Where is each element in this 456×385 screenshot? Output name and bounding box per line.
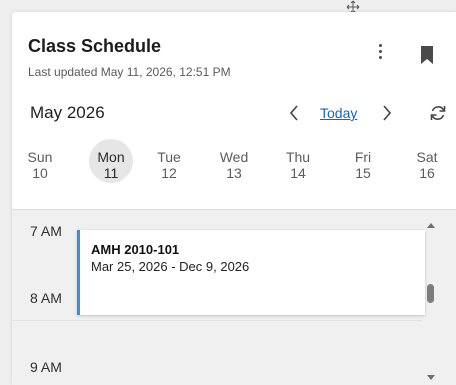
more-options-icon[interactable] [376, 44, 384, 62]
day-number: 13 [226, 165, 242, 181]
scroll-up-arrow-icon[interactable] [425, 220, 437, 230]
card-title: Class Schedule [28, 36, 162, 56]
day-name: Sun [27, 149, 53, 165]
class-event-card[interactable]: AMH 2010-101 Mar 25, 2026 - Dec 9, 2026 [77, 230, 425, 315]
day-number: 12 [161, 165, 177, 181]
day-name: Sat [416, 149, 438, 165]
last-updated-text: Last updated May 11, 2026, 12:51 PM [28, 65, 231, 79]
hour-label-7am: 7 AM [30, 223, 62, 239]
scroll-down-arrow-icon[interactable] [425, 373, 437, 383]
day-name: Wed [219, 149, 249, 165]
class-schedule-card: Class Schedule Last updated May 11, 2026… [12, 12, 456, 385]
day-name: Tue [157, 149, 181, 165]
scrollbar-thumb[interactable] [427, 284, 434, 303]
day-number: 10 [32, 165, 48, 181]
month-label: May 2026 [30, 103, 105, 122]
day-number: 14 [290, 165, 306, 181]
bookmark-icon[interactable] [420, 46, 434, 64]
hour-label-9am: 9 AM [30, 359, 62, 375]
chevron-left-icon[interactable] [287, 103, 301, 123]
event-title: AMH 2010-101 [91, 242, 180, 257]
day-name: Fri [354, 149, 372, 165]
refresh-icon[interactable] [428, 103, 448, 123]
hour-divider [12, 320, 422, 321]
day-number: 16 [419, 165, 435, 181]
day-name: Thu [285, 149, 311, 165]
day-sun[interactable]: Sun 10 [17, 149, 63, 181]
day-mon-selected[interactable]: Mon 11 [88, 139, 134, 183]
event-date-range: Mar 25, 2026 - Dec 9, 2026 [91, 259, 250, 274]
day-wed[interactable]: Wed 13 [211, 149, 257, 181]
day-number: 15 [355, 165, 371, 181]
day-number: 11 [103, 165, 119, 181]
day-name: Mon [97, 149, 125, 165]
day-thu[interactable]: Thu 14 [275, 149, 321, 181]
chevron-right-icon[interactable] [380, 103, 394, 123]
day-tue[interactable]: Tue 12 [146, 149, 192, 181]
day-fri[interactable]: Fri 15 [340, 149, 386, 181]
hour-label-8am: 8 AM [30, 290, 62, 306]
day-timeline[interactable]: 7 AM 8 AM 9 AM AMH 2010-101 Mar 25, 2026… [12, 210, 456, 385]
today-link[interactable]: Today [320, 105, 357, 121]
day-sat[interactable]: Sat 16 [404, 149, 450, 181]
